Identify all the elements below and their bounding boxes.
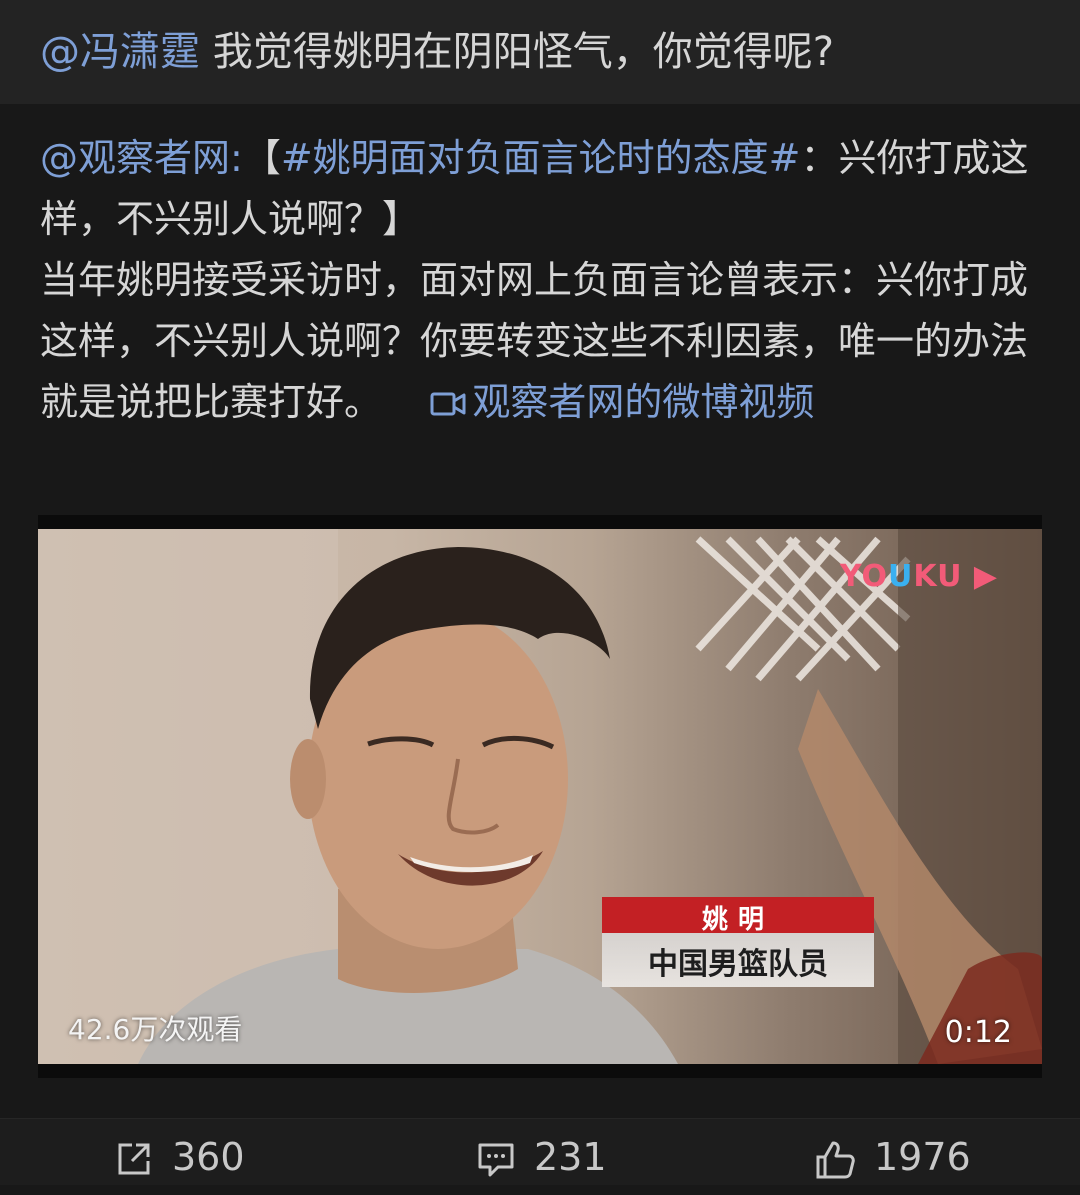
share-icon	[118, 1143, 150, 1175]
video-link-label: 观察者网的微博视频	[472, 380, 815, 424]
video-thumbnail	[38, 529, 1042, 1064]
video-link[interactable]: 观察者网的微博视频	[394, 380, 814, 424]
like-count: 1976	[874, 1135, 971, 1179]
mention-user-link[interactable]: @冯潇霆	[40, 29, 200, 75]
share-button[interactable]: 360	[114, 1135, 245, 1195]
like-button[interactable]: 1976	[814, 1135, 971, 1195]
caption-title: 中国男篮队员	[648, 947, 828, 982]
reposted-post: @观察者网:【#姚明面对负面言论时的态度#：兴你打成这样，不兴别人说啊？】 当年…	[40, 128, 1040, 433]
comment-text: 我觉得姚明在阴阳怪气，你觉得呢?	[200, 29, 834, 75]
caption-name: 姚明	[701, 905, 774, 935]
comment-count: 231	[534, 1135, 607, 1179]
share-count: 360	[172, 1135, 245, 1179]
video-frame[interactable]: YOUKU ▶ 姚明 中国男篮队员 42.6万次观看 0:12	[38, 529, 1042, 1064]
video-icon	[430, 392, 466, 416]
comment-header: @冯潇霆 我觉得姚明在阴阳怪气，你觉得呢?	[0, 0, 1080, 104]
video-duration: 0:12	[944, 1015, 1012, 1050]
action-bar: 360 231 1976	[0, 1118, 1080, 1185]
thumbs-up-icon	[816, 1141, 855, 1179]
post-author-link[interactable]: @观察者网	[40, 136, 230, 180]
author-colon: :	[230, 136, 243, 180]
name-caption: 姚明 中国男篮队员	[602, 897, 874, 987]
view-count: 42.6万次观看	[68, 1013, 243, 1046]
hashtag-link[interactable]: #姚明面对负面言论时的态度#	[281, 136, 801, 180]
comment-icon	[478, 1143, 514, 1177]
video-player[interactable]: YOUKU ▶ 姚明 中国男篮队员 42.6万次观看 0:12	[38, 515, 1042, 1078]
youku-logo: YOUKU ▶	[839, 559, 998, 594]
bracket-open: 【	[242, 136, 281, 180]
comment-button[interactable]: 231	[476, 1135, 607, 1195]
post-text: @观察者网:【#姚明面对负面言论时的态度#：兴你打成这样，不兴别人说啊？】 当年…	[40, 128, 1040, 433]
